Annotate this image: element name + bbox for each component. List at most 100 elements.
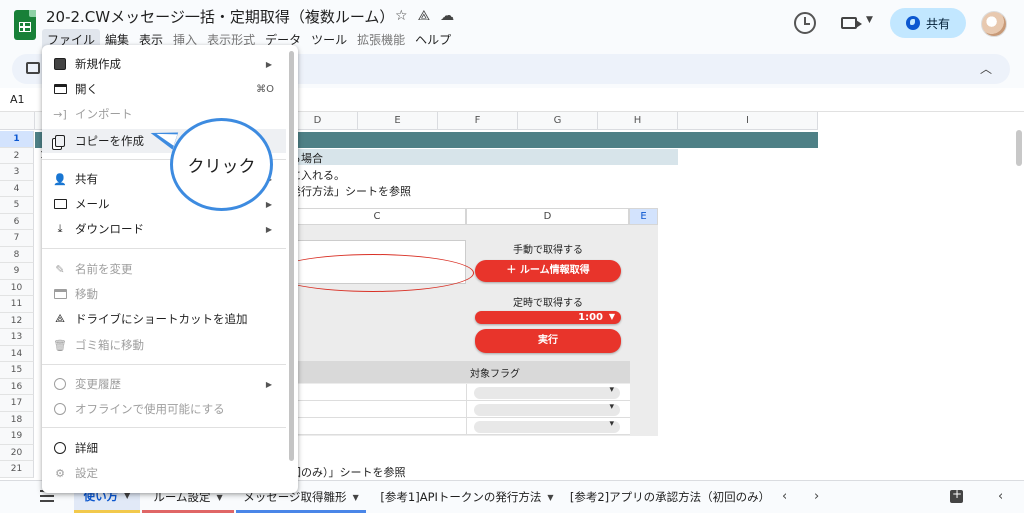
column-header-h[interactable]: H: [598, 112, 678, 130]
chevron-right-icon: ▶: [265, 224, 272, 234]
row-header[interactable]: 7: [0, 230, 34, 247]
table-row: [288, 401, 630, 418]
row-header[interactable]: 16: [0, 378, 34, 395]
corner-cell[interactable]: [0, 112, 35, 130]
menu-scrollbar[interactable]: [289, 51, 294, 461]
plus-box-icon: [53, 57, 67, 71]
subtitle-band: [288, 149, 678, 165]
cloud-status-icon[interactable]: ☁: [440, 8, 454, 24]
chevron-down-icon: ▼: [352, 492, 359, 502]
share-button[interactable]: 共有: [890, 8, 966, 38]
document-title[interactable]: 20-2.CWメッセージ一括・定期取得（複数ルーム）: [46, 6, 394, 27]
title-actions: ☆ ⟁ ☁: [395, 8, 454, 24]
column-header-g[interactable]: G: [518, 112, 598, 130]
menu-item-move[interactable]: 移動: [42, 282, 286, 306]
flag-dropdown[interactable]: [474, 385, 620, 399]
row-header[interactable]: 18: [0, 411, 34, 428]
star-icon[interactable]: ☆: [395, 8, 408, 24]
fetch-room-info-button[interactable]: ＋ ルーム情報取得: [475, 260, 621, 282]
version-history-icon[interactable]: [794, 12, 816, 34]
row-header[interactable]: 12: [0, 312, 34, 329]
settings-icon: ⚙: [55, 466, 65, 480]
scheduled-fetch-label: 定時で取得する: [513, 298, 583, 309]
drive-shortcut-icon: ⟁: [55, 312, 65, 325]
click-callout: クリック: [170, 118, 273, 211]
row-header[interactable]: 20: [0, 444, 34, 461]
menu-item-add-shortcut[interactable]: ⟁ ドライブにショートカットを追加: [42, 307, 286, 331]
move-icon[interactable]: ⟁: [418, 8, 431, 24]
row-header[interactable]: 1: [0, 131, 34, 148]
chevron-right-icon[interactable]: ›: [814, 489, 819, 504]
chevron-right-icon: ▶: [265, 59, 272, 69]
menu-item-rename[interactable]: ✎ 名前を変更: [42, 257, 286, 281]
row-header[interactable]: 17: [0, 395, 34, 412]
chevron-right-icon: ▶: [265, 379, 272, 389]
row-header[interactable]: 21: [0, 461, 34, 478]
chevron-left-icon[interactable]: ‹: [782, 489, 787, 504]
name-box[interactable]: A1: [10, 93, 25, 106]
cell-text-row4: 発行方法」シートを参照: [290, 185, 411, 198]
time-dropdown[interactable]: 1:00 ▼: [475, 311, 621, 324]
explore-icon[interactable]: [950, 487, 963, 503]
menu-item-trash[interactable]: 🗑 ゴミ箱に移動: [42, 333, 286, 357]
menu-item-offline[interactable]: オフラインで使用可能にする: [42, 397, 286, 421]
table-row: [288, 418, 630, 435]
row-header[interactable]: 2: [0, 147, 34, 164]
file-menu: 新規作成 ▶ 開く ⌘O →] インポート コピーを作成 👤 共有 ▶ メール …: [42, 45, 298, 493]
row-header[interactable]: 4: [0, 180, 34, 197]
table-row: [288, 384, 630, 401]
sheet-tab-api-token[interactable]: [参考1]APIトークンの発行方法 ▼: [372, 481, 562, 513]
collapse-sidebar-icon[interactable]: ‹: [998, 489, 1003, 504]
row-header[interactable]: 6: [0, 213, 34, 230]
column-header-i[interactable]: I: [678, 112, 818, 130]
vertical-scrollbar[interactable]: [1016, 130, 1022, 166]
chevron-down-icon: ▼: [608, 312, 615, 321]
time-value: 1:00: [578, 312, 603, 323]
menu-extensions[interactable]: 拡張機能: [352, 29, 410, 50]
row-header[interactable]: 13: [0, 329, 34, 346]
chevron-down-icon[interactable]: ▼: [866, 15, 873, 25]
row-header[interactable]: 15: [0, 362, 34, 379]
cell-text-row21: 回のみ）」シートを参照: [290, 466, 406, 479]
run-button[interactable]: 実行: [475, 329, 621, 353]
column-header-f[interactable]: F: [438, 112, 518, 130]
menu-item-new[interactable]: 新規作成 ▶: [42, 52, 286, 76]
copy-icon: [53, 134, 67, 148]
menu-item-settings[interactable]: ⚙ 設定: [42, 461, 286, 485]
sheets-logo-icon[interactable]: [14, 10, 36, 40]
row-header[interactable]: 3: [0, 164, 34, 181]
menu-divider: [42, 248, 286, 249]
row-header[interactable]: 19: [0, 428, 34, 445]
mail-icon: [53, 197, 67, 211]
rename-icon: ✎: [55, 262, 65, 276]
row-header[interactable]: 9: [0, 263, 34, 280]
flag-dropdown[interactable]: [474, 419, 620, 433]
row-header[interactable]: 11: [0, 296, 34, 313]
row-header[interactable]: 14: [0, 345, 34, 362]
sheet-tab-app-approval[interactable]: [参考2]アプリの承認方法（初回のみ）: [568, 481, 772, 513]
chevron-right-icon: ▶: [265, 199, 272, 209]
print-icon[interactable]: [26, 62, 40, 74]
menu-help[interactable]: ヘルプ: [410, 29, 456, 50]
flag-dropdown[interactable]: [474, 402, 620, 416]
menu-item-import[interactable]: →] インポート: [42, 102, 286, 126]
meet-icon[interactable]: [841, 17, 862, 29]
row-header[interactable]: 8: [0, 246, 34, 263]
menu-item-open[interactable]: 開く ⌘O: [42, 77, 286, 101]
menu-divider: [42, 427, 286, 428]
flag-table-header: 対象フラグ: [288, 361, 630, 383]
column-header-e[interactable]: E: [358, 112, 438, 130]
highlight-oval: [272, 254, 474, 292]
menu-item-download[interactable]: ⤓ ダウンロード ▶: [42, 217, 286, 241]
row-header[interactable]: 10: [0, 279, 34, 296]
menu-item-version-history[interactable]: 変更履歴 ▶: [42, 372, 286, 396]
menu-item-details[interactable]: 詳細: [42, 436, 286, 460]
collapse-toolbar-icon[interactable]: ︿: [980, 60, 992, 77]
trash-icon: 🗑: [53, 338, 67, 352]
info-icon: [53, 441, 67, 455]
globe-icon: [905, 16, 920, 30]
manual-fetch-label: 手動で取得する: [513, 245, 583, 256]
menu-tools[interactable]: ツール: [306, 29, 352, 50]
avatar[interactable]: [981, 11, 1007, 37]
row-header[interactable]: 5: [0, 197, 34, 214]
